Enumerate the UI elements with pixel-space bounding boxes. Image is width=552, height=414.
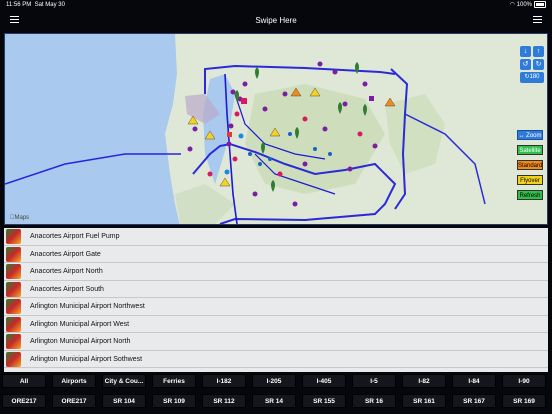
battery-percent: 100% — [516, 2, 532, 8]
satellite-button[interactable]: Satellite — [517, 145, 543, 155]
camera-thumbnail-icon — [6, 299, 21, 314]
list-item-label: Arlington Municipal Airport Sothwest — [30, 355, 143, 363]
filter-sr-167[interactable]: SR 167 — [452, 394, 496, 408]
filter-sr-104[interactable]: SR 104 — [102, 394, 146, 408]
status-time-date: 11:56 PM Sat May 30 — [6, 0, 65, 10]
list-item-label: Arlington Municipal Airport West — [30, 320, 130, 328]
map-canvas — [5, 34, 547, 224]
pan-up-icon[interactable]: ↑ — [533, 46, 544, 57]
list-item[interactable]: Arlington Municipal Airport Sothwest — [4, 351, 548, 368]
filter-sr-155[interactable]: SR 155 — [302, 394, 346, 408]
list-item[interactable]: Arlington Municipal Airport West — [4, 316, 548, 333]
flyover-button[interactable]: Flyover — [517, 175, 543, 185]
filter-ore217-alt[interactable]: ORE217 — [52, 394, 96, 408]
maps-attribution[interactable]: Maps — [10, 215, 29, 221]
filter-sr-16[interactable]: SR 16 — [352, 394, 396, 408]
camera-thumbnail-icon — [6, 229, 21, 244]
list-item[interactable]: Anacortes Airport Fuel Pump — [4, 228, 548, 246]
filter-city-county[interactable]: City & Cou... — [102, 374, 146, 388]
zoom-button[interactable]: ↔ Zoom — [517, 130, 543, 140]
filter-sr-112[interactable]: SR 112 — [202, 394, 246, 408]
filter-i-205[interactable]: I-205 — [252, 374, 296, 388]
list-item-label: Anacortes Airport Fuel Pump — [30, 233, 120, 240]
nav-bar: Swipe Here — [0, 10, 552, 32]
ocean-area — [5, 34, 180, 224]
filter-i-82[interactable]: I-82 — [402, 374, 446, 388]
map-view[interactable]: ↓ ↑ ↺ ↻ ↻180 ↔ Zoom Satellite Standard F… — [4, 33, 548, 225]
filter-sr-161[interactable]: SR 161 — [402, 394, 446, 408]
zoom-label: Zoom — [526, 133, 542, 139]
menu-right-icon[interactable] — [533, 16, 542, 24]
camera-thumbnail-icon — [6, 316, 21, 332]
filter-sr-14[interactable]: SR 14 — [252, 394, 296, 408]
rotate-right-icon[interactable]: ↻ — [533, 59, 544, 70]
zoom-arrows-icon: ↔ — [518, 133, 525, 139]
filter-airports[interactable]: Airports — [52, 374, 96, 388]
battery-icon — [534, 0, 546, 8]
filter-ferries[interactable]: Ferries — [152, 374, 196, 388]
status-bar: 11:56 PM Sat May 30 ◠ 100% — [0, 0, 552, 10]
filter-grid: All Airports City & Cou... Ferries I-182… — [0, 374, 552, 414]
list-item-label: Arlington Municipal Airport North — [30, 338, 131, 345]
filter-i-405[interactable]: I-405 — [302, 374, 346, 388]
status-time: 11:56 PM — [6, 2, 32, 8]
filter-i-84[interactable]: I-84 — [452, 374, 496, 388]
status-date: Sat May 30 — [34, 2, 65, 8]
camera-list[interactable]: Anacortes Airport Fuel Pump Anacortes Ai… — [4, 228, 548, 372]
pan-down-icon[interactable]: ↓ — [520, 46, 531, 57]
camera-thumbnail-icon — [6, 334, 21, 349]
list-item-label: Arlington Municipal Airport Northwest — [30, 303, 145, 310]
list-item[interactable]: Arlington Municipal Airport North — [4, 333, 548, 351]
camera-thumbnail-icon — [6, 264, 21, 279]
filter-i-182[interactable]: I-182 — [202, 374, 246, 388]
list-item[interactable]: Arlington Municipal Airport Northwest — [4, 298, 548, 316]
rotate-180-button[interactable]: ↻180 — [520, 72, 544, 83]
page-title[interactable]: Swipe Here — [0, 10, 552, 32]
filter-i-5[interactable]: I-5 — [352, 374, 396, 388]
list-item[interactable]: Anacortes Airport Gate — [4, 246, 548, 263]
camera-thumbnail-icon — [6, 281, 21, 297]
camera-thumbnail-icon — [6, 246, 21, 262]
filter-sr-109[interactable]: SR 109 — [152, 394, 196, 408]
standard-button[interactable]: Standard — [517, 160, 543, 170]
list-item-label: Anacortes Airport North — [30, 268, 103, 275]
list-item-label: Anacortes Airport Gate — [30, 250, 101, 258]
rotate-180-label: 180 — [529, 74, 540, 80]
list-item[interactable]: Anacortes Airport North — [4, 263, 548, 281]
filter-all[interactable]: All — [2, 374, 46, 388]
maps-label: Maps — [10, 215, 30, 221]
rotate-left-icon[interactable]: ↺ — [520, 59, 531, 70]
refresh-button[interactable]: Refresh — [517, 190, 543, 200]
camera-thumbnail-icon — [6, 351, 21, 367]
filter-sr-169[interactable]: SR 169 — [502, 394, 546, 408]
list-item[interactable]: Anacortes Airport South — [4, 281, 548, 298]
list-item-label: Anacortes Airport South — [30, 285, 104, 293]
filter-i-90[interactable]: I-90 — [502, 374, 546, 388]
status-right: ◠ 100% — [510, 0, 546, 10]
filter-ore217[interactable]: ORE217 — [2, 394, 46, 408]
